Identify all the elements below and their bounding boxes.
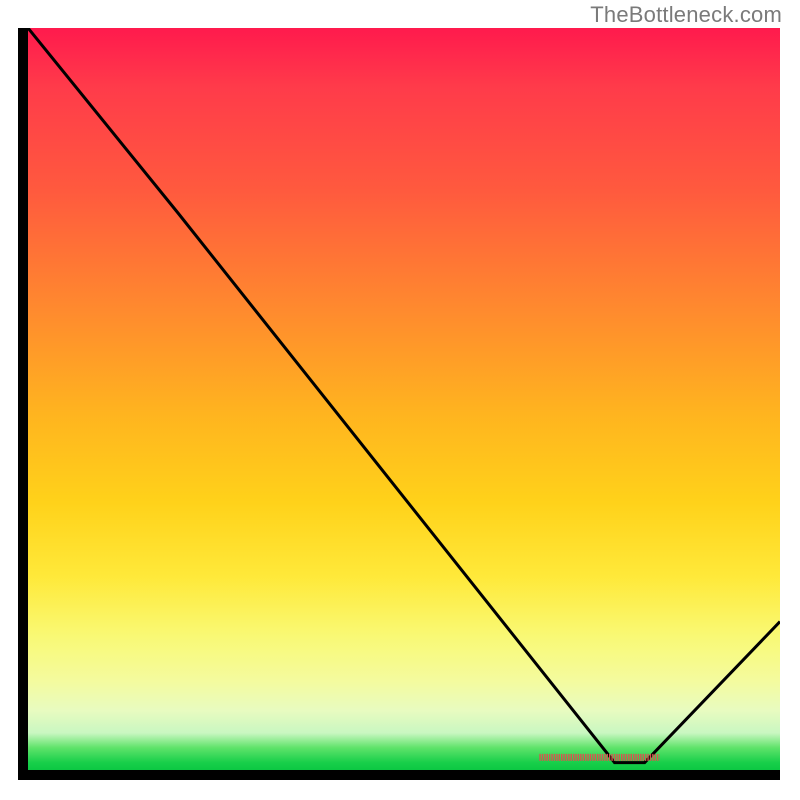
bottleneck-curve xyxy=(28,28,780,763)
curve-overlay xyxy=(28,28,780,770)
watermark-text: TheBottleneck.com xyxy=(590,2,782,28)
y-axis xyxy=(18,28,28,780)
chart-container: TheBottleneck.com xyxy=(0,0,800,800)
x-axis xyxy=(18,770,780,780)
plot-frame xyxy=(18,28,780,780)
